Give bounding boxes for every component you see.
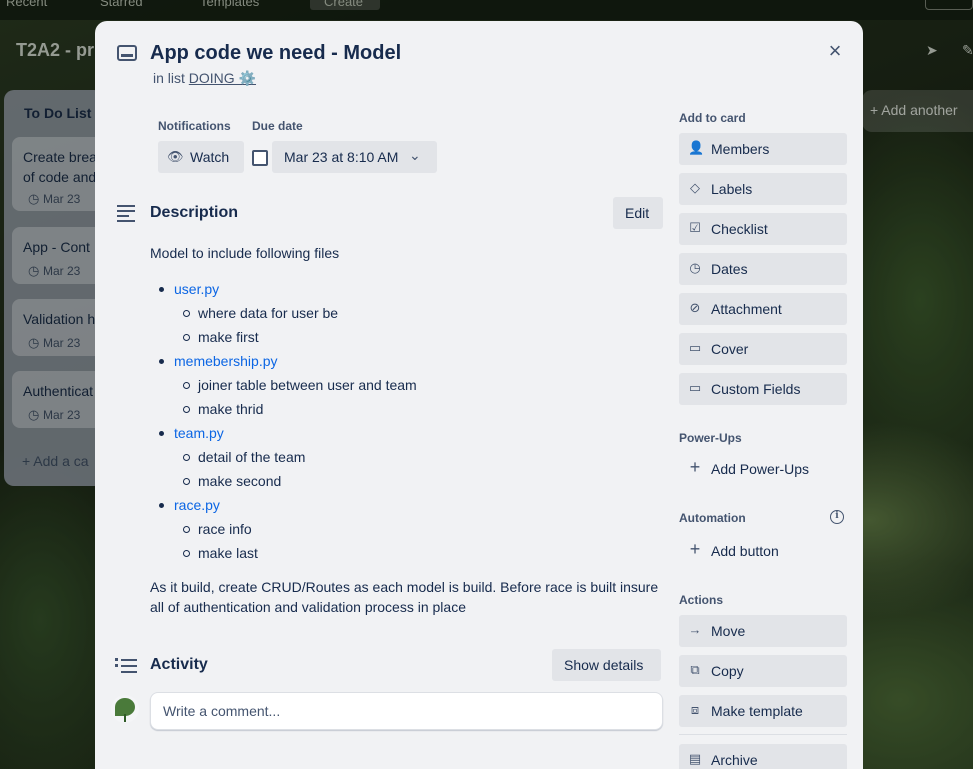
- add-button-label: Add button: [711, 543, 779, 559]
- due-date-button[interactable]: Mar 23 at 8:10 AM ⌄: [272, 141, 437, 173]
- add-power-ups-button[interactable]: + Add Power-Ups: [679, 453, 847, 485]
- plus-icon: +: [689, 539, 701, 559]
- cover-icon: ▭: [688, 340, 702, 355]
- card-detail-modal: App code we need - Model in list DOING ⚙…: [95, 21, 863, 769]
- move-label: Move: [711, 623, 746, 639]
- labels-button[interactable]: ◇ Labels: [679, 173, 847, 205]
- add-button-button[interactable]: + Add button: [679, 535, 847, 567]
- show-details-button[interactable]: Show details: [552, 649, 661, 681]
- cover-label: Cover: [711, 341, 749, 357]
- close-icon[interactable]: ×: [819, 35, 851, 67]
- description-outro: As it build, create CRUD/Routes as each …: [150, 579, 659, 615]
- add-to-card-label: Add to card: [679, 111, 746, 125]
- comment-input[interactable]: [150, 692, 663, 730]
- file-item: team.py detail of the team make second: [150, 421, 665, 493]
- watch-label: Watch: [190, 149, 230, 165]
- archive-icon: ▤: [688, 751, 702, 766]
- card-title[interactable]: App code we need - Model: [150, 42, 401, 65]
- activity-title: Activity: [150, 656, 208, 673]
- edit-label: Edit: [625, 205, 650, 221]
- eye-icon: 👁: [167, 149, 184, 164]
- checklist-button[interactable]: ☑ Checklist: [679, 213, 847, 245]
- template-icon: ⧈: [690, 702, 700, 717]
- in-list-prefix: in list: [153, 70, 185, 86]
- archive-button[interactable]: ▤ Archive: [679, 744, 847, 769]
- make-template-button[interactable]: ⧈ Make template: [679, 695, 847, 727]
- copy-button[interactable]: ⧉ Copy: [679, 655, 847, 687]
- archive-label: Archive: [711, 752, 758, 768]
- description-body[interactable]: Model to include following files user.py…: [150, 241, 665, 617]
- sidebar-divider: [679, 734, 847, 735]
- arrow-right-icon: →: [688, 622, 702, 637]
- actions-label: Actions: [679, 593, 724, 607]
- paperclip-icon: ⊘: [689, 300, 701, 315]
- tag-icon: ◇: [690, 180, 700, 195]
- clock-icon: ◷: [689, 260, 701, 275]
- file-link[interactable]: race.py: [174, 497, 220, 513]
- file-list: user.py where data for user be make firs…: [150, 277, 665, 565]
- custom-fields-button[interactable]: ▭ Custom Fields: [679, 373, 847, 405]
- edit-description-button[interactable]: Edit: [613, 197, 663, 229]
- checklist-icon: ☑: [689, 220, 701, 235]
- watch-button[interactable]: 👁 Watch: [158, 141, 244, 173]
- copy-label: Copy: [711, 663, 744, 679]
- add-power-ups-label: Add Power-Ups: [711, 461, 810, 477]
- labels-label: Labels: [711, 181, 753, 197]
- dates-label: Dates: [711, 261, 748, 277]
- description-icon: [117, 205, 135, 225]
- card-icon: [117, 45, 137, 61]
- members-label: Members: [711, 141, 770, 157]
- make-template-label: Make template: [711, 703, 803, 719]
- custom-fields-label: Custom Fields: [711, 381, 801, 397]
- show-details-label: Show details: [564, 657, 644, 673]
- avatar[interactable]: [111, 695, 139, 723]
- info-icon[interactable]: i: [830, 510, 844, 524]
- file-item: user.py where data for user be make firs…: [150, 277, 665, 349]
- members-button[interactable]: 👤 Members: [679, 133, 847, 165]
- activity-icon: [115, 657, 137, 675]
- power-ups-label: Power-Ups: [679, 431, 742, 445]
- due-date-label: Due date: [252, 119, 303, 133]
- copy-icon: ⧉: [690, 662, 700, 677]
- file-note: make second: [174, 469, 665, 493]
- file-note: joiner table between user and team: [174, 373, 665, 397]
- automation-label: Automation: [679, 511, 746, 525]
- file-note: race info: [174, 517, 665, 541]
- file-link[interactable]: team.py: [174, 425, 224, 441]
- file-item: race.py race info make last: [150, 493, 665, 565]
- cover-button[interactable]: ▭ Cover: [679, 333, 847, 365]
- chevron-down-icon: ⌄: [409, 147, 421, 163]
- file-item: memebership.py joiner table between user…: [150, 349, 665, 421]
- file-link[interactable]: user.py: [174, 281, 219, 297]
- file-note: make thrid: [174, 397, 665, 421]
- list-name-link[interactable]: DOING ⚙️: [189, 70, 256, 86]
- notifications-label: Notifications: [158, 119, 231, 133]
- description-title: Description: [150, 204, 239, 221]
- due-date-complete-checkbox[interactable]: [252, 150, 268, 166]
- file-note: make first: [174, 325, 665, 349]
- custom-fields-icon: ▭: [688, 380, 702, 395]
- file-note: detail of the team: [174, 445, 665, 469]
- attachment-label: Attachment: [711, 301, 782, 317]
- move-button[interactable]: → Move: [679, 615, 847, 647]
- dates-button[interactable]: ◷ Dates: [679, 253, 847, 285]
- plus-icon: +: [689, 457, 701, 477]
- file-note: make last: [174, 541, 665, 565]
- checklist-label: Checklist: [711, 221, 768, 237]
- due-date-value: Mar 23 at 8:10 AM: [284, 149, 399, 165]
- person-icon: 👤: [688, 140, 705, 155]
- in-list-line: in list DOING ⚙️: [153, 70, 256, 87]
- description-intro: Model to include following files: [150, 245, 340, 261]
- attachment-button[interactable]: ⊘ Attachment: [679, 293, 847, 325]
- file-note: where data for user be: [174, 301, 665, 325]
- file-link[interactable]: memebership.py: [174, 353, 278, 369]
